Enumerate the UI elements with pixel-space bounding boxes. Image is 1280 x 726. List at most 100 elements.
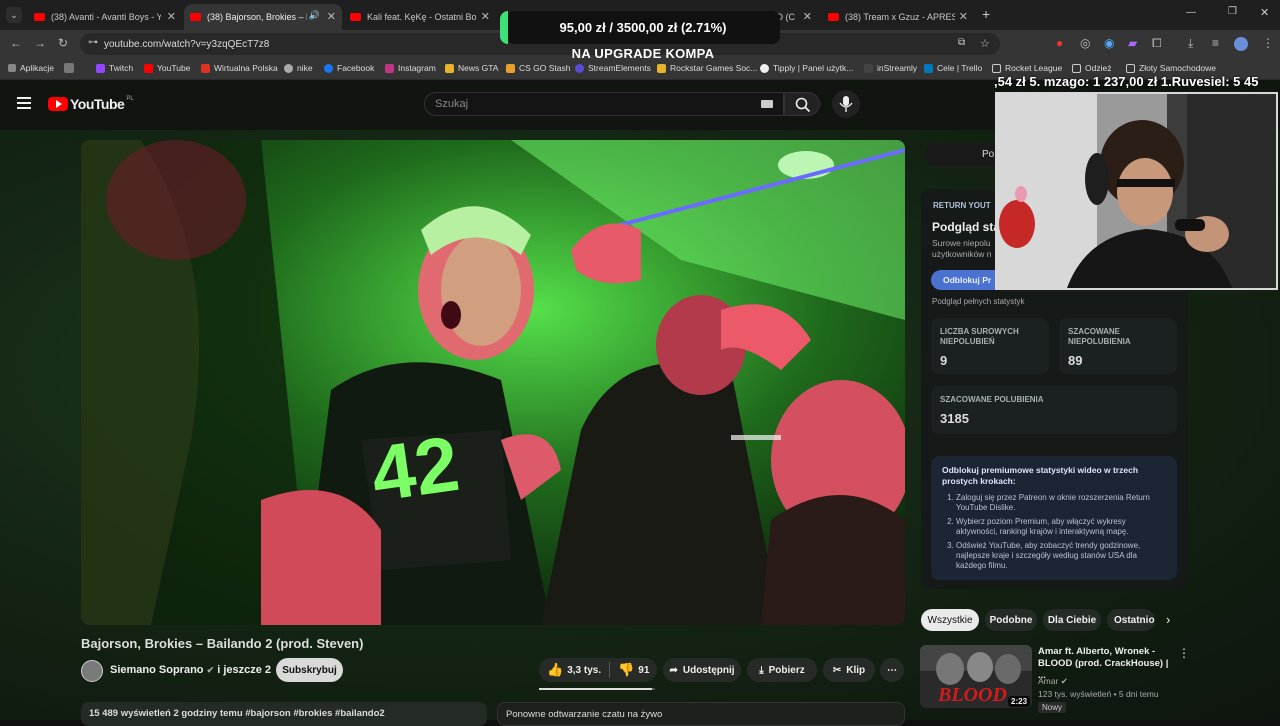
extension-icon[interactable]: ◉ (1104, 36, 1114, 50)
scissors-icon: ✂ (832, 664, 842, 676)
stat-label: SZACOWANE NIEPOLUBIENIA (1068, 327, 1131, 346)
chip-recent[interactable]: Ostatnio (1107, 609, 1155, 631)
folder-zloty[interactable]: Złoty Samochodowe (1126, 63, 1216, 73)
menu-icon[interactable]: ⋮ (1262, 36, 1274, 50)
chip-similar[interactable]: Podobne (985, 609, 1037, 631)
bookmark-csgostash[interactable]: CS GO Stash (506, 63, 571, 73)
bookmark-apps[interactable]: Aplikacje (8, 63, 54, 73)
youtube-logo[interactable]: YouTube PL (48, 96, 134, 112)
tab-tream[interactable]: (38) Tream x Gzuz - APRES SKI ✕ (822, 4, 974, 30)
bookmark-newsgta[interactable]: News GTA (445, 63, 498, 73)
bookmark-streamelements[interactable]: StreamElements (575, 63, 651, 73)
download-icon[interactable]: ⤓ (1188, 36, 1193, 51)
search-icon (795, 97, 811, 113)
youtube-icon (350, 13, 361, 21)
close-icon[interactable]: ✕ (803, 10, 812, 23)
bookmark-label: inStreamly (877, 63, 918, 73)
keyboard-icon[interactable] (761, 100, 773, 108)
ryd-desc-line: Surowe niepolu (932, 238, 991, 248)
stat-label: SZACOWANE POLUBIENIA (940, 395, 1044, 404)
reload-icon[interactable]: ↻ (58, 36, 68, 50)
chevron-right-icon[interactable]: › (1166, 612, 1170, 627)
video-title: Bajorson, Brokies – Bailando 2 (prod. St… (81, 636, 364, 651)
subscribe-button[interactable]: Subskrybuj (276, 658, 343, 682)
maximize-icon[interactable]: ❐ (1228, 6, 1237, 17)
twitch-extension-icon[interactable]: ▰ (1128, 36, 1137, 50)
site-info-icon[interactable]: ⊶ (88, 37, 98, 48)
chat-replay-box[interactable]: Ponowne odtwarzanie czatu na żywo (497, 702, 905, 726)
chip-all[interactable]: Wszystkie (921, 609, 979, 631)
recommended-channel[interactable]: Amar ✔ (1038, 676, 1068, 687)
search-button[interactable] (784, 92, 820, 116)
new-tab-icon[interactable]: + (982, 6, 990, 22)
chip-for-you[interactable]: Dla Ciebie (1043, 609, 1101, 631)
donation-goal-overlay: 95,00 zł / 3500,00 zł (2.71%) (500, 11, 780, 44)
extension-icon[interactable]: ◎ (1080, 36, 1090, 50)
bookmark-facebook[interactable]: Facebook (324, 63, 374, 73)
views-line: 15 489 wyświetleń 2 godziny temu #bajors… (89, 708, 385, 719)
like-count[interactable]: 3,3 tys. (567, 665, 601, 676)
stat-label: LICZBA SUROWYCH NIEPOLUBIEŃ (940, 327, 1019, 346)
promo-step: Wybierz poziom Premium, aby włączyć wykr… (956, 517, 1166, 537)
channel-avatar[interactable] (81, 660, 103, 682)
folder-rocket-league[interactable]: Rocket League (992, 63, 1062, 73)
tab-search-button[interactable]: ⌄ (6, 7, 22, 23)
bookmark-tipply[interactable]: Tipply | Panel użytk... (760, 63, 853, 73)
bookmark-wp[interactable]: Wirtualna Polska (201, 63, 278, 73)
download-button[interactable]: ⤓ Pobierz (747, 658, 817, 682)
video-player[interactable]: 42 (81, 140, 905, 625)
screenshot-icon[interactable]: ⧉ (958, 37, 965, 48)
share-button[interactable]: ➦ Udostępnij (663, 658, 741, 682)
close-icon[interactable]: ✕ (167, 10, 176, 23)
bookmark-trello[interactable]: Cele | Trello (924, 63, 982, 73)
extension-icon[interactable]: ● (1056, 36, 1063, 50)
tab-bajorson[interactable]: (38) Bajorson, Brokies – Bail🔊 ✕ (184, 4, 342, 30)
video-duration: 2:23 (1008, 696, 1031, 707)
bookmark-star-icon[interactable]: ☆ (980, 37, 990, 50)
media-icon[interactable]: ≡ (1212, 36, 1219, 50)
more-actions-button[interactable]: ⋯ (880, 658, 904, 682)
voice-search-button[interactable] (832, 90, 860, 118)
close-icon[interactable]: ✕ (327, 10, 336, 23)
hamburger-icon[interactable] (17, 97, 31, 109)
bookmark-label: Rocket League (1005, 63, 1063, 73)
minimize-icon[interactable]: — (1186, 7, 1196, 18)
folder-odziez[interactable]: Odzież (1072, 63, 1111, 73)
promo-title: Odblokuj premiumowe statystyki wideo w t… (942, 465, 1139, 486)
url-text: youtube.com/watch?v=y3zqQEcT7z8 (104, 38, 270, 50)
bookmark-youtube[interactable]: YouTube (144, 63, 190, 73)
bookmark-twitch[interactable]: Twitch (96, 63, 133, 73)
close-window-icon[interactable]: ✕ (1260, 6, 1269, 19)
description-box[interactable]: 15 489 wyświetleń 2 godziny temu #bajors… (81, 702, 487, 726)
profile-avatar[interactable] (1234, 37, 1248, 51)
more-vert-icon[interactable]: ⋮ (1178, 646, 1190, 660)
grid-icon[interactable] (64, 63, 78, 73)
bookmark-instagram[interactable]: Instagram (385, 63, 436, 73)
bookmark-nike[interactable]: nike (284, 63, 313, 73)
bookmark-rockstar[interactable]: Rockstar Games Soc... (657, 63, 757, 73)
channel-more[interactable]: i jeszcze 2 (217, 664, 271, 676)
bookmark-instreamly[interactable]: inStreamly (864, 63, 917, 73)
clip-button[interactable]: ✂ Klip (823, 658, 875, 682)
search-input[interactable]: Szukaj (424, 92, 784, 116)
recommended-meta: 123 tys. wyświetleń • 5 dni temu (1038, 689, 1159, 699)
bookmark-label: Instagram (398, 63, 436, 73)
close-icon[interactable]: ✕ (959, 10, 968, 23)
tab-kali[interactable]: Kali feat. KęKę - Ostatni Bohater ✕ (344, 4, 496, 30)
dislike-count[interactable]: 91 (638, 665, 649, 676)
speaker-icon[interactable]: 🔊 (309, 10, 320, 21)
stat-value: 89 (1068, 353, 1083, 368)
tab-avanti[interactable]: (38) Avanti - Avanti Boys - YouT ✕ (28, 4, 182, 30)
channel-name[interactable]: Siemano Soprano ✔ i jeszcze 2 (110, 664, 271, 676)
puzzle-icon[interactable]: ⧠ (1152, 36, 1162, 51)
thumbs-down-icon[interactable]: 👎 (618, 662, 634, 678)
recommended-thumbnail[interactable]: BLOOD 2:23 (920, 645, 1032, 708)
video-frame: 42 (81, 140, 905, 625)
youtube-play-icon (48, 97, 68, 111)
forward-icon[interactable]: → (34, 36, 46, 50)
goal-progress-bar (500, 11, 508, 44)
back-icon[interactable]: ← (10, 36, 22, 50)
like-dislike-group: 👍 3,3 tys. 👎 91 (539, 658, 657, 682)
thumbs-up-icon[interactable]: 👍 (547, 662, 563, 678)
close-icon[interactable]: ✕ (481, 10, 490, 23)
